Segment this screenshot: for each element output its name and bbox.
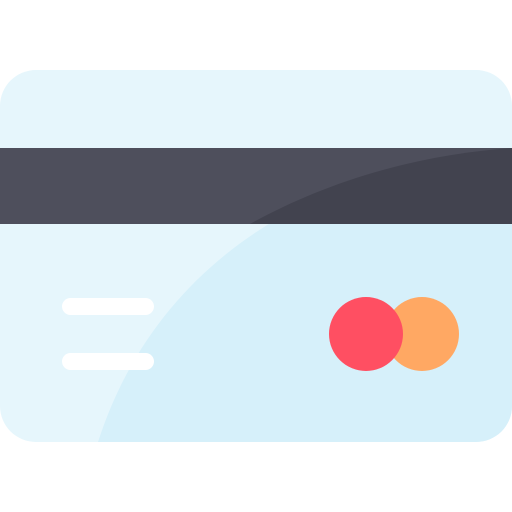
card-text-line — [62, 298, 154, 315]
icon-canvas — [0, 0, 512, 512]
card-text-line — [62, 353, 154, 370]
credit-card-icon — [0, 70, 512, 442]
logo-left-circle — [329, 297, 403, 371]
